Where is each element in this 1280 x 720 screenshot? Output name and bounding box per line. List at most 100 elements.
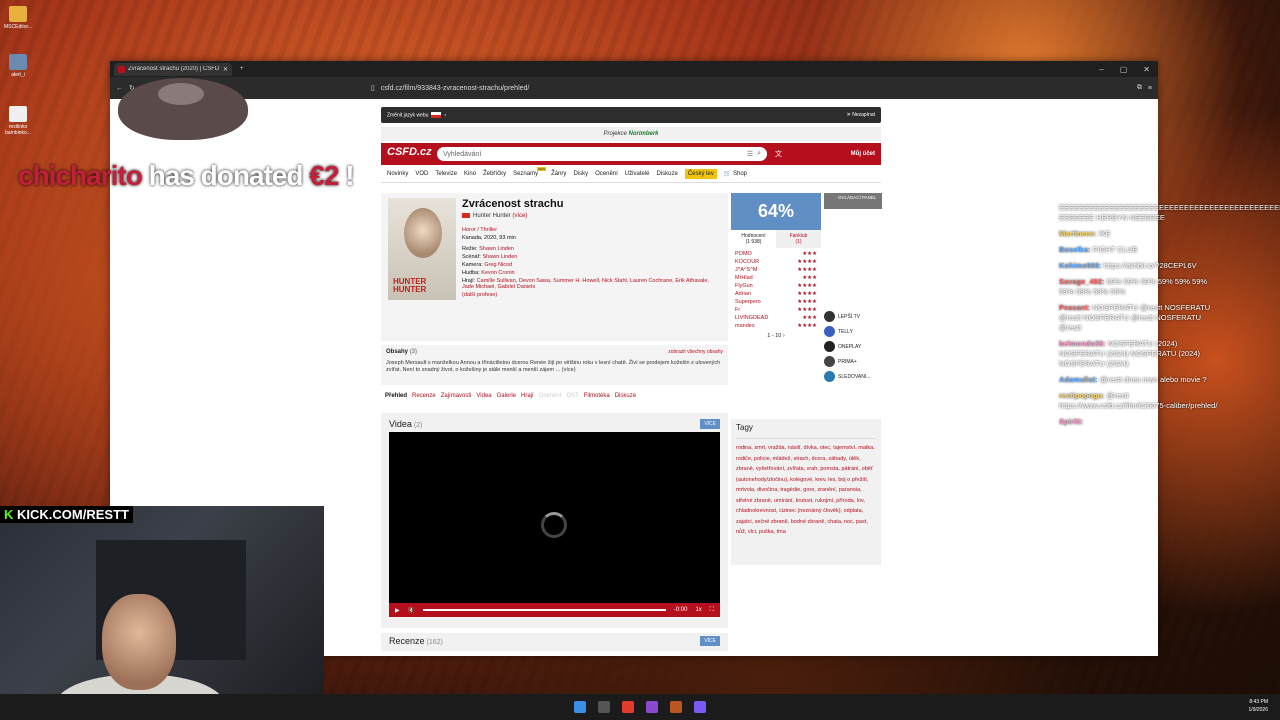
- dismiss-language-button[interactable]: ✕ Nezapínat: [847, 112, 875, 118]
- stream-oneplay[interactable]: ONEPLAY: [824, 341, 882, 352]
- control-panel-button[interactable]: OVLÁDACÍ PANEL: [824, 193, 882, 209]
- list-item[interactable]: mandes ★★★★: [731, 322, 821, 330]
- discord-icon[interactable]: [694, 701, 706, 713]
- new-tab-button[interactable]: +: [240, 66, 244, 72]
- tab-hodnoceni[interactable]: Hodnocení (1 938): [731, 230, 776, 248]
- cast-links[interactable]: Camille Sullivan, Devon Sawa, Summer H. …: [462, 278, 709, 290]
- list-item[interactable]: Fr ★★★★: [731, 306, 821, 314]
- tags-list[interactable]: rodina, smrt, vražda, násilí, dívka, ote…: [736, 443, 876, 538]
- video-player[interactable]: ▶ 🔇 -0:00 1x ⛶: [389, 432, 720, 617]
- promo-banner[interactable]: Projekce Norimberk: [381, 127, 881, 141]
- language-switch[interactable]: Změnit jazyk webu ›: [387, 111, 446, 118]
- list-item[interactable]: POMO ★★★: [731, 250, 821, 258]
- translate-icon[interactable]: 文: [775, 149, 782, 159]
- nav-oceneni[interactable]: Ocenění: [595, 171, 618, 177]
- filter-icon[interactable]: ☰: [747, 150, 753, 158]
- stream-label: SLEDOVANI...: [838, 373, 871, 380]
- stream-telly[interactable]: TELLY: [824, 326, 882, 337]
- app-icon[interactable]: [670, 701, 682, 713]
- mute-icon[interactable]: 🔇: [408, 607, 415, 614]
- list-item[interactable]: LIVINGDEAD ★★★: [731, 314, 821, 322]
- url-field[interactable]: ▯ csfd.cz/film/933843-zvracenost-strachu…: [371, 81, 1131, 95]
- chat-text: ЖЕ: [1098, 229, 1111, 238]
- search-input[interactable]: Vyhledávání ☰ ⌕: [437, 147, 767, 161]
- chat-message: Savage_492: 59% 59% 59% 59% 59% 59% 59% …: [1059, 277, 1224, 297]
- tab-recenze[interactable]: Recenze: [412, 393, 436, 399]
- tab-close-icon[interactable]: ✕: [223, 66, 228, 73]
- tab-prehled[interactable]: Přehled: [385, 393, 407, 399]
- film-poster[interactable]: HUNTER HUNTER: [388, 198, 456, 300]
- prima-icon: [824, 356, 835, 367]
- nav-diskuze[interactable]: Diskuze: [656, 171, 677, 177]
- start-icon[interactable]: [574, 701, 586, 713]
- browser-tab[interactable]: Zvrácenost strachu (2020) | ČSFD ✕: [114, 62, 232, 76]
- stream-lepsitv[interactable]: LEPŠÍ.TV: [824, 311, 882, 322]
- seek-bar[interactable]: [423, 609, 666, 611]
- play-icon[interactable]: ▶: [395, 607, 400, 614]
- camera-link[interactable]: Greg Nicod: [484, 262, 512, 268]
- csfd-logo[interactable]: CSFD.cz: [387, 146, 432, 162]
- nav-uzivatele[interactable]: Uživatelé: [625, 171, 650, 177]
- app-icon[interactable]: [646, 701, 658, 713]
- tab-galerie[interactable]: Galerie: [497, 393, 516, 399]
- nav-vod[interactable]: VOD: [415, 171, 428, 177]
- list-item[interactable]: FlyGun ★★★★: [731, 282, 821, 290]
- sledovani-icon: [824, 371, 835, 382]
- nav-zanry[interactable]: Žánry: [551, 171, 566, 177]
- tab-hraji[interactable]: Hrají: [521, 393, 534, 399]
- tab-videa[interactable]: Videa: [476, 393, 491, 399]
- original-more-link[interactable]: (více): [512, 213, 527, 219]
- more-professions-link[interactable]: (další profese): [462, 292, 497, 298]
- director-link[interactable]: Shawn Linden: [479, 246, 514, 252]
- site-header: CSFD.cz Vyhledávání ☰ ⌕ 文 Můj účet: [381, 143, 881, 165]
- speed-button[interactable]: 1x: [695, 607, 701, 613]
- tab-filmoteka[interactable]: Filmotéka: [584, 393, 610, 399]
- close-window-button[interactable]: ✕: [1143, 65, 1150, 74]
- csfd-content-column: Změnit jazyk webu › ✕ Nezapínat Projekce …: [381, 99, 882, 656]
- music-link[interactable]: Kevon Cronin: [481, 270, 514, 276]
- desktop-icon-mseditor[interactable]: MSCEditor...: [4, 6, 32, 30]
- reviews-count: (162): [426, 639, 443, 646]
- writer-link[interactable]: Shawn Linden: [483, 254, 518, 260]
- system-clock[interactable]: 8:43 PM 1/9/2026: [1249, 698, 1268, 714]
- search-icon[interactable]: ⌕: [757, 150, 761, 158]
- nav-televize[interactable]: Televize: [435, 171, 457, 177]
- rating-stars: ★★★★: [797, 323, 817, 329]
- tab-diskuze[interactable]: Diskuze: [615, 393, 636, 399]
- nav-disky[interactable]: Disky: [573, 171, 588, 177]
- tab-fanklub[interactable]: Fanklub (1): [776, 230, 821, 248]
- menu-icon[interactable]: ≡: [1148, 85, 1152, 92]
- tab-zajimavosti[interactable]: Zajímavosti: [441, 393, 472, 399]
- list-item[interactable]: Superpero ★★★★: [731, 298, 821, 306]
- list-item[interactable]: Adrian ★★★★: [731, 290, 821, 298]
- film-genre[interactable]: Horor / Thriller: [462, 227, 497, 233]
- videos-more-button[interactable]: VÍCE: [700, 419, 720, 429]
- rating-stars: ★★★★: [797, 291, 817, 297]
- rating-pager[interactable]: 1 - 10 ›: [731, 333, 821, 339]
- nav-zebricky[interactable]: Žebříčky: [483, 171, 506, 177]
- bookmark-icon[interactable]: ▯: [371, 84, 375, 92]
- plot-title: Obsahy: [386, 349, 409, 355]
- all-plots-link[interactable]: zobrazit všechny obsahy: [668, 349, 723, 355]
- back-icon[interactable]: ←: [116, 85, 123, 92]
- nav-shop[interactable]: 🛒 Shop: [724, 170, 747, 177]
- reviews-more-button[interactable]: VÍCE: [700, 636, 720, 646]
- maximize-button[interactable]: ▢: [1120, 65, 1128, 74]
- nav-seznamy[interactable]: Seznamy: [513, 166, 547, 177]
- list-item[interactable]: J^A^S^M ★★★★: [731, 266, 821, 274]
- desktop-icon-restlinko[interactable]: restlinko bambinko...: [4, 106, 32, 136]
- fullscreen-icon[interactable]: ⛶: [710, 607, 714, 614]
- nav-cesky-lev[interactable]: Český lev: [684, 168, 717, 179]
- nav-kino[interactable]: Kino: [464, 171, 476, 177]
- list-item[interactable]: MrHlad ★★★: [731, 274, 821, 282]
- nav-novinky[interactable]: Novinky: [387, 171, 408, 177]
- account-link[interactable]: Můj účet: [851, 151, 875, 157]
- desktop-icon-alert[interactable]: alert_i: [4, 54, 32, 78]
- stream-prima[interactable]: PRIMA+: [824, 356, 882, 367]
- stream-sledovani[interactable]: SLEDOVANI...: [824, 371, 882, 382]
- minimize-button[interactable]: –: [1099, 65, 1103, 74]
- browser-icon[interactable]: [622, 701, 634, 713]
- app-icon[interactable]: [598, 701, 610, 713]
- list-item[interactable]: KOCOUR ★★★★: [731, 258, 821, 266]
- extensions-icon[interactable]: ⧉: [1137, 84, 1142, 92]
